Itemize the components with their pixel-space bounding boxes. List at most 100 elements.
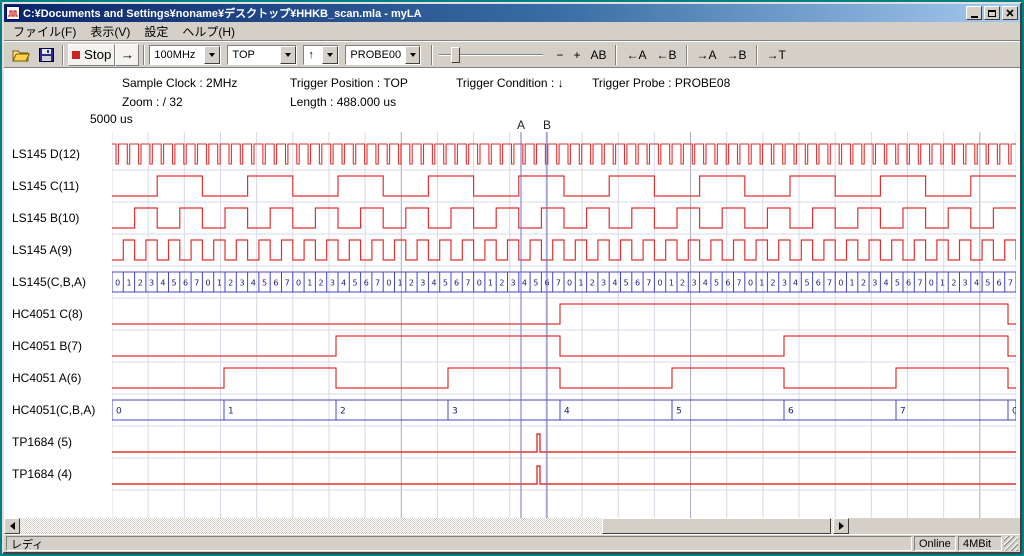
run-button[interactable]: →: [115, 44, 139, 66]
svg-text:5: 5: [352, 279, 357, 288]
signal-label-ls145-a: LS145 A(9): [12, 234, 112, 266]
svg-text:0: 0: [929, 279, 934, 288]
marker-label-b[interactable]: B: [538, 118, 556, 132]
chevron-down-icon: [285, 53, 291, 57]
svg-text:3: 3: [149, 279, 154, 288]
svg-text:2: 2: [771, 279, 776, 288]
resize-grip[interactable]: [1004, 536, 1018, 551]
zoom-in-button[interactable]: +: [568, 47, 585, 63]
trigger-probe-text: Trigger Probe : PROBE08: [592, 76, 730, 90]
sample-rate-select[interactable]: 100MHz: [149, 45, 221, 65]
svg-text:7: 7: [827, 279, 832, 288]
svg-text:0: 0: [748, 279, 753, 288]
close-button[interactable]: [1002, 6, 1018, 20]
app-icon: [6, 6, 20, 20]
menu-view[interactable]: 表示(V): [83, 21, 137, 42]
svg-text:6: 6: [273, 279, 278, 288]
svg-text:0: 0: [1012, 407, 1016, 417]
dropdown-button[interactable]: [405, 46, 420, 64]
dropdown-button[interactable]: [204, 46, 220, 64]
toolbar-separator: [431, 45, 433, 65]
svg-text:7: 7: [917, 279, 922, 288]
title-bar[interactable]: C:¥Documents and Settings¥noname¥デスクトップ¥…: [4, 4, 1020, 22]
triangle-right-icon: [839, 522, 844, 530]
zoom-slider[interactable]: [439, 45, 543, 65]
svg-text:0: 0: [386, 279, 391, 288]
svg-text:5: 5: [985, 279, 990, 288]
svg-text:1: 1: [488, 279, 493, 288]
sample-rate-value: 100MHz: [150, 46, 204, 64]
svg-text:2: 2: [861, 279, 866, 288]
svg-text:4: 4: [160, 279, 165, 288]
svg-text:7: 7: [375, 279, 380, 288]
svg-text:1: 1: [307, 279, 312, 288]
signal-trace-hc4051-b: [112, 336, 1016, 356]
goto-trigger-button[interactable]: →T: [762, 47, 791, 63]
scrollbar-track[interactable]: [20, 518, 833, 534]
svg-text:4: 4: [884, 279, 889, 288]
menu-help[interactable]: ヘルプ(H): [175, 21, 242, 42]
maximize-button[interactable]: [984, 6, 1000, 20]
chevron-down-icon: [327, 53, 333, 57]
svg-text:1: 1: [669, 279, 674, 288]
minimize-button[interactable]: [966, 6, 982, 20]
svg-text:5: 5: [676, 407, 682, 417]
horizontal-scrollbar[interactable]: [4, 518, 849, 534]
svg-text:0: 0: [477, 279, 482, 288]
svg-text:4: 4: [341, 279, 346, 288]
svg-text:2: 2: [138, 279, 143, 288]
signal-label-hc4051-b: HC4051 B(7): [12, 330, 112, 362]
svg-text:5: 5: [533, 279, 538, 288]
signal-trace-ls145-b: [112, 208, 1016, 228]
scroll-right-button[interactable]: [833, 518, 849, 534]
stop-button[interactable]: Stop: [68, 44, 115, 66]
trigger-position-select[interactable]: TOP: [227, 45, 297, 65]
zoom-out-button[interactable]: −: [551, 47, 568, 63]
dropdown-button[interactable]: [280, 46, 296, 64]
signal-trace-tp1684-4: [112, 466, 1016, 484]
svg-text:0: 0: [567, 279, 572, 288]
scrollbar-thumb[interactable]: [602, 518, 831, 534]
svg-text:6: 6: [816, 279, 821, 288]
scroll-left-button[interactable]: [4, 518, 20, 534]
toolbar-separator: [615, 45, 617, 65]
menu-file[interactable]: ファイル(F): [6, 21, 83, 42]
move-b-left-button[interactable]: ←B: [651, 47, 681, 63]
move-a-right-button[interactable]: →A: [692, 47, 722, 63]
marker-label-a[interactable]: A: [512, 118, 530, 132]
svg-text:7: 7: [737, 279, 742, 288]
open-folder-icon: [12, 48, 30, 62]
save-file-button[interactable]: [34, 44, 58, 66]
waveform-plot[interactable]: 0123456701234567012345670123456701234567…: [112, 132, 1016, 518]
close-icon: [1006, 9, 1014, 17]
svg-text:5: 5: [262, 279, 267, 288]
waveform-client: Sample Clock : 2MHz Trigger Position : T…: [4, 68, 1020, 518]
signal-label-ls145-bus: LS145(C,B,A): [12, 266, 112, 298]
zoom-ab-button[interactable]: AB: [585, 47, 611, 63]
svg-text:0: 0: [296, 279, 301, 288]
svg-text:4: 4: [703, 279, 708, 288]
zoom-text: Zoom : / 32: [122, 95, 183, 109]
toolbar-separator: [686, 45, 688, 65]
trigger-edge-select[interactable]: ↑: [303, 45, 339, 65]
open-file-button[interactable]: [8, 44, 34, 66]
svg-text:6: 6: [454, 279, 459, 288]
menu-settings[interactable]: 設定: [137, 21, 175, 42]
svg-text:7: 7: [556, 279, 561, 288]
slider-thumb[interactable]: [451, 47, 460, 63]
signal-trace-ls145-bus: 0123456701234567012345670123456701234567…: [112, 272, 1016, 292]
status-online: Online: [914, 536, 956, 551]
scrollbar-filler: [849, 518, 1020, 534]
svg-text:0: 0: [115, 279, 120, 288]
move-b-right-button[interactable]: →B: [722, 47, 752, 63]
svg-text:0: 0: [116, 407, 122, 417]
trigger-probe-select[interactable]: PROBE00: [345, 45, 421, 65]
window-title: C:¥Documents and Settings¥noname¥デスクトップ¥…: [23, 5, 966, 21]
signal-label-ls145-c: LS145 C(11): [12, 170, 112, 202]
move-a-left-button[interactable]: ←A: [621, 47, 651, 63]
dropdown-button[interactable]: [322, 46, 338, 64]
svg-text:6: 6: [788, 407, 794, 417]
svg-text:7: 7: [285, 279, 290, 288]
signal-trace-hc4051-a: [112, 368, 1016, 388]
toolbar: Stop → 100MHz TOP ↑ PROBE00 − + AB: [4, 41, 1020, 68]
